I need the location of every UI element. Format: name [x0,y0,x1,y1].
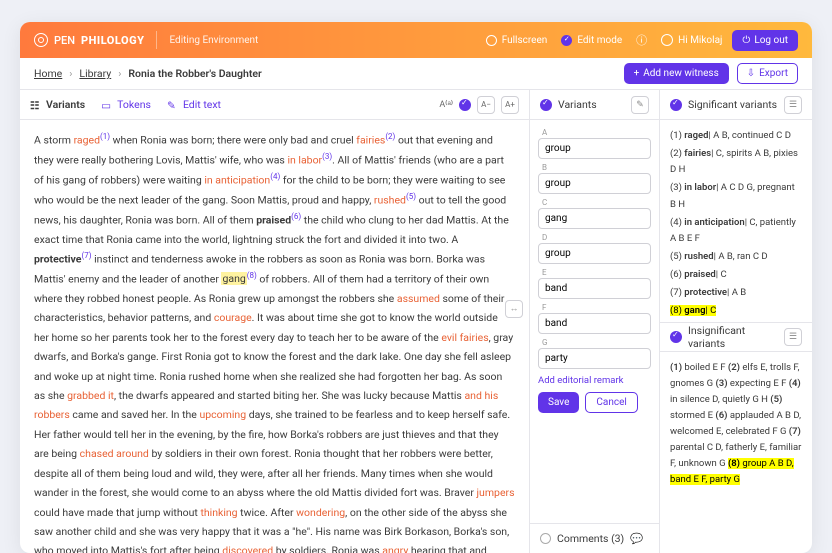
logout-button[interactable]: ⏻Log out [732,30,798,51]
env-label: Editing Environment [169,35,258,46]
tokens-icon: ▭ [101,99,112,110]
variant-input-F[interactable] [538,313,651,334]
variants-panel-header: Variants ✎ [530,90,659,120]
cancel-button[interactable]: Cancel [585,392,637,413]
user-icon [661,34,673,46]
variant-input-C[interactable] [538,208,651,229]
breadcrumb: Home › Library › Ronia the Robber's Daug… [20,58,812,90]
plus-icon: + [634,68,640,79]
editor-tabs: ☷Variants ▭Tokens ✎Edit text A⁽ᵃ⁾ A− A+ [20,90,529,120]
topbar: PEN PHILOLOGY Editing Environment Fullsc… [20,22,812,58]
logo: PEN PHILOLOGY [34,33,144,47]
editmode-toggle[interactable]: Edit mode [561,35,622,46]
fullscreen-toggle[interactable]: Fullscreen [486,35,548,46]
variants-icon: ☷ [30,99,41,110]
check-icon [540,99,552,111]
document-text[interactable]: A storm raged(1) when Ronia was born; th… [20,120,529,553]
edit-icon: ✎ [167,99,178,110]
export-button[interactable]: ⇩Export [737,63,798,84]
tab-variants[interactable]: ☷Variants [30,98,85,111]
variant-input-E[interactable] [538,278,651,299]
crumb-library[interactable]: Library [79,67,111,80]
check-icon [670,331,682,343]
list-icon[interactable]: ☰ [784,96,802,114]
user-greeting[interactable]: Hi Mikolaj [661,34,722,46]
comments-toggle[interactable]: Comments (3) 💬 [530,523,659,553]
help-button[interactable]: ⓘ [636,32,647,48]
logo-icon [34,33,48,47]
radio-icon [540,533,551,544]
comment-icon: 💬 [630,532,643,545]
check-icon [670,99,682,111]
edit-icon[interactable]: ✎ [631,96,649,114]
crumb-home[interactable]: Home [34,67,62,80]
tab-tokens[interactable]: ▭Tokens [101,98,151,111]
add-witness-button[interactable]: +Add new witness [624,63,729,84]
download-icon: ⇩ [747,68,755,79]
save-button[interactable]: Save [538,392,579,413]
expand-button[interactable]: ↔ [505,300,523,318]
variant-input-D[interactable] [538,243,651,264]
variant-input-A[interactable] [538,138,651,159]
variant-input-G[interactable] [538,348,651,369]
insig-variants-header: Insignificant variants ☰ [660,322,812,352]
list-icon[interactable]: ☰ [784,328,802,346]
power-icon: ⏻ [742,35,750,46]
variant-input-B[interactable] [538,173,651,194]
fontsize-plus[interactable]: A+ [501,96,519,114]
add-remark-link[interactable]: Add editorial remark [538,375,651,386]
fontsize-minus[interactable]: A− [477,96,495,114]
check-icon[interactable] [459,99,471,111]
tab-edit[interactable]: ✎Edit text [167,98,221,111]
crumb-current: Ronia the Robber's Daughter [128,67,261,80]
sig-variants-header: Significant variants ☰ [660,90,812,120]
